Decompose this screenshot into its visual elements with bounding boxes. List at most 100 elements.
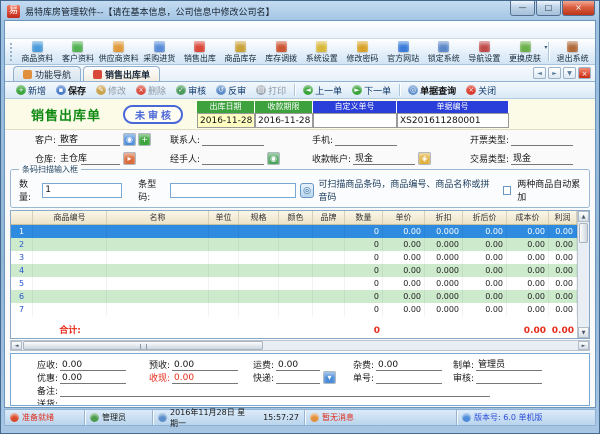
column-header[interactable]: 折后价 [463,211,507,224]
toolbar-button[interactable]: 供应商资料 [98,41,139,63]
delivery-value[interactable] [60,398,490,407]
table-row[interactable]: 200.000.0000.000.000.00 [11,238,577,251]
form-field-value[interactable]: 主仓库 [58,153,120,165]
tab-close-icon[interactable]: × [578,67,591,79]
scroll-down-icon[interactable]: ▼ [578,327,589,338]
toolbar-button[interactable]: 锁定系统 [423,41,464,63]
table-row[interactable]: 100.000.0000.000.000.00 [11,225,577,238]
doc-toolbar-button[interactable]: ► 下一单 [347,84,396,97]
doc-header-field-value[interactable]: 2016-11-28 [197,113,255,128]
quantity-input[interactable] [42,183,122,198]
form-field-value[interactable] [335,134,397,146]
toolbar-button[interactable]: 销售出库 [180,41,221,63]
menu-item[interactable] [89,28,105,32]
doc-toolbar-button[interactable]: ▤ 打印 [251,84,291,97]
menu-item[interactable] [41,28,57,32]
scroll-left-icon[interactable]: ◄ [11,341,22,350]
toolbar-button[interactable]: 采购进货 [139,41,180,63]
footer-field-value[interactable]: 管理员 [476,359,542,371]
toolbar-button[interactable]: 商品库存 [220,41,261,63]
select-account-icon[interactable]: ◈ [418,152,431,165]
tab-scroll-right-icon[interactable]: ► [548,67,561,79]
column-header[interactable]: 商品编号 [33,211,107,224]
menu-item[interactable] [73,28,89,32]
column-header[interactable]: 数量 [345,211,383,224]
toolbar-button[interactable]: 库存调拨 [261,41,302,63]
express-select-icon[interactable]: ▾ [323,371,336,384]
column-header[interactable]: 颜色 [279,211,313,224]
toolbar-button[interactable]: 退出系统 [552,41,593,63]
doc-toolbar-button[interactable]: ◎ 单据查询 [403,84,461,97]
close-button[interactable]: × [562,1,595,16]
toolbar-button[interactable]: 更换皮肤 ▾ [505,41,546,63]
doc-header-field-value[interactable]: 2016-11-28 [255,113,313,128]
menu-item[interactable] [57,28,73,32]
column-header[interactable]: 利润 [549,211,577,224]
doc-toolbar-button[interactable]: ✓ 审核 [171,84,211,97]
select-warehouse-icon[interactable]: ▸ [123,152,136,165]
horizontal-scrollbar[interactable]: ◄ ► [10,340,590,351]
column-header[interactable]: 单位 [209,211,239,224]
tab-list-icon[interactable]: ▼ [563,67,576,79]
footer-field-value[interactable]: 0.00 [172,372,238,384]
column-header[interactable]: 折扣 [425,211,463,224]
form-field-value[interactable] [202,153,264,165]
menu-item[interactable] [25,28,41,32]
doc-toolbar-button[interactable]: ✎ 修改 [91,84,131,97]
remark-value[interactable] [60,385,490,397]
doc-toolbar-button[interactable]: ◄ 上一单 [298,84,347,97]
toolbar-button[interactable]: 官方网站 [383,41,424,63]
scroll-right-icon[interactable]: ► [578,341,589,350]
tab-scroll-left-icon[interactable]: ◄ [533,67,546,79]
doc-header-field-value[interactable]: XS201611280001 [397,113,509,128]
column-header[interactable]: 规格 [239,211,279,224]
tab[interactable]: 功能导航 [13,66,81,81]
auto-accumulate-checkbox[interactable] [503,186,511,195]
doc-toolbar-button[interactable]: ▪ 保存 [51,84,91,97]
doc-header-field-value[interactable] [313,113,397,128]
form-field-value[interactable]: 散客 [58,134,120,146]
footer-field-value[interactable]: 0.00 [276,359,320,371]
form-field-value[interactable]: 现金 [353,153,415,165]
footer-field-value[interactable] [376,372,442,384]
form-field-value[interactable] [511,134,573,146]
column-header[interactable]: 单价 [383,211,425,224]
doc-toolbar-button[interactable]: ↺ 反审 [211,84,251,97]
column-header[interactable]: 品牌 [313,211,345,224]
footer-field-value[interactable]: 0.00 [60,372,126,384]
column-header[interactable] [11,211,33,224]
toolbar-button[interactable]: 商品资料 [17,41,58,63]
footer-field-value[interactable]: 0.00 [376,359,442,371]
vertical-scroll-thumb[interactable] [579,223,588,243]
toolbar-button[interactable]: 系统设置 [301,41,342,63]
skin-dropdown-caret-icon[interactable]: ▾ [544,43,547,52]
footer-field-value[interactable]: 0.00 [172,359,238,371]
doc-toolbar-button[interactable]: + 新增 [11,84,51,97]
toolbar-grip[interactable] [10,43,13,61]
title-bar[interactable]: 易 易特库房管理软件--【请在基本信息，公司信息中修改公司名】 — □ × [1,1,599,20]
table-row[interactable]: 400.000.0000.000.000.00 [11,264,577,277]
menu-item[interactable] [105,28,121,32]
maximize-button[interactable]: □ [536,1,561,16]
column-header[interactable]: 成本价 [507,211,549,224]
vertical-scrollbar[interactable]: ▲ ▼ [577,211,589,338]
minimize-button[interactable]: — [510,1,535,16]
toolbar-button[interactable]: 导航设置 [464,41,505,63]
form-field-value[interactable]: 现金 [511,153,573,165]
menu-item[interactable] [9,28,25,32]
select-customer-icon[interactable]: ◉ [123,133,136,146]
table-row[interactable]: 600.000.0000.000.000.00 [11,290,577,303]
footer-field-value[interactable]: 0.00 [60,359,126,371]
table-row[interactable]: 300.000.0000.000.000.00 [11,251,577,264]
toolbar-button[interactable]: 修改密码 [342,41,383,63]
barcode-input[interactable] [170,183,296,198]
add-customer-icon[interactable]: + [138,133,151,146]
doc-toolbar-button[interactable]: × 删除 [131,84,171,97]
table-row[interactable]: 500.000.0000.000.000.00 [11,277,577,290]
barcode-search-icon[interactable]: ◎ [300,183,315,198]
doc-toolbar-button[interactable]: × 关闭 [461,84,501,97]
tab[interactable]: 销售出库单 [83,66,160,81]
select-handler-icon[interactable]: ◉ [267,152,280,165]
horizontal-scroll-thumb[interactable] [23,341,263,350]
footer-field-value[interactable] [276,372,320,384]
